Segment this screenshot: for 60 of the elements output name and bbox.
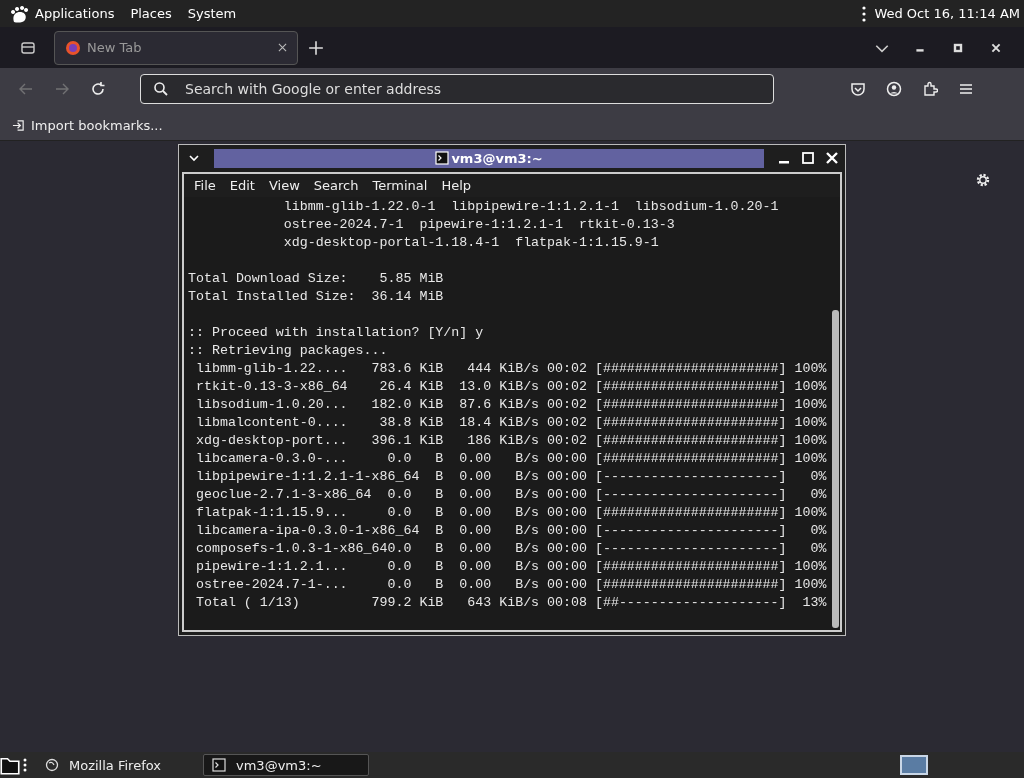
terminal-line: :: Proceed with installation? [Y/n] y <box>188 324 485 342</box>
panel-menu[interactable]: Applications <box>35 6 115 21</box>
plus-icon[interactable] <box>308 39 324 56</box>
terminal-icon <box>435 151 450 165</box>
puzzle-icon[interactable] <box>922 81 938 97</box>
kebab-icon[interactable] <box>862 5 867 22</box>
browser-tab[interactable]: New Tab <box>54 30 298 65</box>
taskbar-item[interactable]: vm3@vm3:~ <box>203 754 369 776</box>
terminal-line: libmm-glib-1.22.... 783.6 KiB 444 KiB/s 00:02 [######################] 100% <box>194 360 828 378</box>
window-title: vm3@vm3:~ <box>451 150 543 166</box>
terminal-line: Total Installed Size: 36.14 MiB <box>188 288 445 306</box>
tab-list-icon[interactable] <box>20 39 36 56</box>
kebab-icon[interactable] <box>23 757 27 773</box>
terminal-line: Total Download Size: 5.85 MiB <box>188 270 445 288</box>
address-field[interactable]: Search with Google or enter address <box>140 74 774 104</box>
menu-item[interactable]: Terminal <box>372 178 428 193</box>
account-icon[interactable] <box>886 81 902 97</box>
taskbar-item[interactable]: Mozilla Firefox <box>37 754 203 776</box>
menu-item[interactable]: Search <box>313 178 359 193</box>
import-icon <box>12 118 25 132</box>
terminal-line: xdg-desktop-port... 396.1 KiB 186 KiB/s 00:02 [######################] 100% <box>194 432 828 450</box>
menu-item[interactable]: File <box>194 178 216 193</box>
terminal-line: :: Retrieving packages... <box>188 342 389 360</box>
panel-menu[interactable]: Places <box>130 6 172 21</box>
terminal-line: xdg-desktop-portal-1.18.4-1 flatpak-1:1.15.9-1 <box>282 234 660 252</box>
chevron-down-icon[interactable] <box>188 152 200 164</box>
menu-item[interactable]: Edit <box>229 178 255 193</box>
terminal-line: libsodium-1.0.20... 182.0 KiB 87.6 KiB/s 00:02 [######################] 100% <box>194 396 828 414</box>
settings-icon[interactable] <box>975 172 991 188</box>
terminal-icon <box>212 758 226 772</box>
folder-icon[interactable] <box>0 755 20 775</box>
menu-item[interactable]: Help <box>441 178 472 193</box>
import-bookmarks-link[interactable]: Import bookmarks... <box>12 117 163 133</box>
search-icon <box>153 81 169 97</box>
terminal-line: rtkit-0.13-3-x86_64 26.4 KiB 13.0 KiB/s 00:02 [######################] 100% <box>194 378 828 396</box>
terminal-line: Total ( 1/13) 799.2 KiB 643 KiB/s 00:08 [##--------------------] 13% <box>194 594 828 612</box>
terminal-line: geoclue-2.7.1-3-x86_64 0.0 B 0.00 B/s 00:00 [----------------------] 0% <box>194 486 828 504</box>
terminal-line: libmm-glib-1.22.0-1 libpipewire-1:1.2.1-1 libsodium-1.0.20-1 <box>282 198 780 216</box>
menu-icon[interactable] <box>958 81 974 97</box>
maximize-icon[interactable] <box>952 41 964 54</box>
terminal-line: libmalcontent-0.... 38.8 KiB 18.4 KiB/s 00:02 [######################] 100% <box>194 414 828 432</box>
close-icon[interactable] <box>990 41 1002 54</box>
pocket-icon[interactable] <box>850 81 866 97</box>
maximize-icon[interactable] <box>801 151 815 165</box>
terminal-line: libpipewire-1:1.2.1-1-x86_64 B 0.00 B/s 00:00 [----------------------] 0% <box>194 468 828 486</box>
terminal-line: pipewire-1:1.2.1... 0.0 B 0.00 B/s 00:00 [######################] 100% <box>194 558 828 576</box>
terminal-line: ostree-2024.7-1 pipewire-1:1.2.1-1 rtkit-0.13-3 <box>282 216 676 234</box>
panel-menu[interactable]: System <box>187 6 237 21</box>
clock[interactable]: Wed Oct 16, 11:14 AM <box>874 6 1020 21</box>
close-icon[interactable] <box>278 43 287 52</box>
reload-icon[interactable] <box>90 81 106 97</box>
terminal-line: libcamera-0.3.0-... 0.0 B 0.00 B/s 00:00 [######################] 100% <box>194 450 828 468</box>
terminal-line: ostree-2024.7-1-... 0.0 B 0.00 B/s 00:00 [######################] 100% <box>194 576 828 594</box>
workspace-switcher[interactable] <box>900 755 928 775</box>
foot-icon[interactable] <box>10 3 30 24</box>
scrollbar-thumb[interactable] <box>832 310 839 628</box>
menu-item[interactable]: View <box>268 178 300 193</box>
terminal-line: composefs-1.0.3-1-x86_640.0 B 0.00 B/s 00:00 [----------------------] 0% <box>194 540 828 558</box>
terminal-line: flatpak-1:1.15.9... 0.0 B 0.00 B/s 00:00 [######################] 100% <box>194 504 828 522</box>
terminal-line: libcamera-ipa-0.3.0-1-x86_64 B 0.00 B/s 00:00 [----------------------] 0% <box>194 522 828 540</box>
